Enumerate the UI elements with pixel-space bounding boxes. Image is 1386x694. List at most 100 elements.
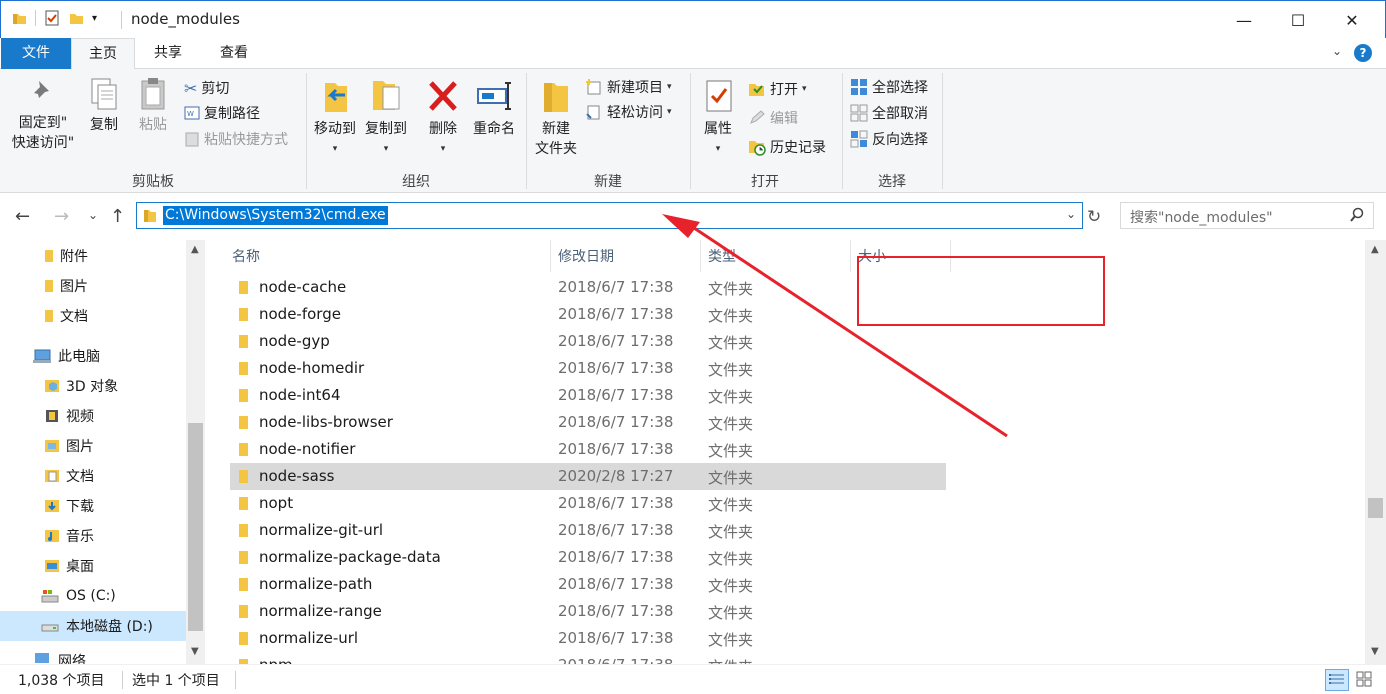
file-list-scrollbar[interactable]: ▲ ▼ bbox=[1365, 240, 1386, 664]
recent-locations-chevron-icon[interactable]: ⌄ bbox=[88, 208, 98, 222]
easy-access-button[interactable]: 轻松访问 ▾ bbox=[585, 101, 672, 123]
nav-item-3d-objects[interactable]: 3D 对象 bbox=[0, 371, 186, 401]
folder-icon bbox=[239, 308, 248, 321]
help-icon[interactable]: ? bbox=[1354, 44, 1372, 62]
scroll-down-arrow-icon[interactable]: ▼ bbox=[1371, 646, 1379, 657]
file-row[interactable]: npm 2018/6/7 17:38 文件夹 bbox=[230, 652, 946, 664]
move-to-dropdown-icon: ▾ bbox=[332, 144, 338, 154]
select-none-button[interactable]: 全部取消 bbox=[850, 102, 928, 124]
nav-item-pictures[interactable]: 图片 bbox=[0, 431, 186, 461]
column-header-date[interactable]: 修改日期 bbox=[558, 240, 614, 272]
forward-arrow-icon[interactable]: → bbox=[54, 206, 69, 227]
file-row[interactable]: node-homedir 2018/6/7 17:38 文件夹 bbox=[230, 355, 946, 382]
properties-button[interactable]: 属性 ▾ bbox=[698, 77, 738, 159]
new-folder-qa-icon[interactable] bbox=[68, 10, 84, 26]
scroll-up-arrow-icon[interactable]: ▲ bbox=[1371, 244, 1379, 255]
cut-button[interactable]: ✂ 剪切 bbox=[184, 77, 229, 99]
properties-qa-icon[interactable] bbox=[44, 10, 60, 26]
new-folder-button[interactable]: 新建 文件夹 bbox=[530, 77, 582, 159]
move-to-button[interactable]: 移动到 ▾ bbox=[312, 77, 358, 159]
file-row[interactable]: normalize-url 2018/6/7 17:38 文件夹 bbox=[230, 625, 946, 652]
nav-item-documents-pinned[interactable]: 文档 bbox=[0, 301, 186, 331]
file-row[interactable]: node-gyp 2018/6/7 17:38 文件夹 bbox=[230, 328, 946, 355]
pin-to-quick-access-button[interactable]: 固定到" 快速访问" bbox=[6, 77, 80, 153]
nav-item-desktop[interactable]: 桌面 bbox=[0, 551, 186, 581]
search-icon[interactable] bbox=[1349, 207, 1365, 223]
folder-icon bbox=[239, 281, 248, 294]
copy-button[interactable]: 复制 bbox=[84, 77, 124, 135]
nav-item-music[interactable]: 音乐 bbox=[0, 521, 186, 551]
file-row[interactable]: node-cache 2018/6/7 17:38 文件夹 bbox=[230, 274, 946, 301]
pin-label-line1: 固定到" bbox=[18, 115, 68, 131]
nav-item-pictures-pinned[interactable]: 图片 bbox=[0, 271, 186, 301]
nav-item-os-drive[interactable]: OS (C:) bbox=[0, 581, 186, 611]
file-row[interactable]: nopt 2018/6/7 17:38 文件夹 bbox=[230, 490, 946, 517]
nav-item-downloads[interactable]: 下载 bbox=[0, 491, 186, 521]
file-row[interactable]: node-forge 2018/6/7 17:38 文件夹 bbox=[230, 301, 946, 328]
new-folder-label-line1: 新建 bbox=[542, 121, 570, 137]
copy-to-button[interactable]: 复制到 ▾ bbox=[362, 77, 410, 159]
column-header-type[interactable]: 类型 bbox=[708, 240, 736, 272]
nav-item-network[interactable]: 网络 bbox=[0, 651, 186, 665]
file-row[interactable]: normalize-range 2018/6/7 17:38 文件夹 bbox=[230, 598, 946, 625]
tab-view[interactable]: 查看 bbox=[206, 38, 262, 69]
file-name: node-homedir bbox=[259, 359, 365, 377]
file-row[interactable]: node-sass 2020/2/8 17:27 文件夹 bbox=[230, 463, 946, 490]
tab-file[interactable]: 文件 bbox=[1, 38, 71, 69]
column-header-name[interactable]: 名称 bbox=[232, 240, 260, 272]
address-bar[interactable]: C:\Windows\System32\cmd.exe ⌄ bbox=[136, 202, 1083, 229]
invert-selection-button[interactable]: 反向选择 bbox=[850, 128, 928, 150]
nav-item-local-disk-d[interactable]: 本地磁盘 (D:) bbox=[0, 611, 186, 641]
os-drive-icon bbox=[41, 590, 59, 603]
nav-item-videos[interactable]: 视频 bbox=[0, 401, 186, 431]
nav-pane-scroll-thumb[interactable] bbox=[188, 423, 203, 631]
large-icons-view-button[interactable] bbox=[1353, 669, 1377, 691]
minimize-button[interactable]: — bbox=[1217, 1, 1271, 39]
tab-home[interactable]: 主页 bbox=[71, 38, 135, 70]
file-row[interactable]: node-notifier 2018/6/7 17:38 文件夹 bbox=[230, 436, 946, 463]
paste-button[interactable]: 粘贴 bbox=[132, 77, 174, 135]
search-placeholder: 搜索"node_modules" bbox=[1130, 210, 1273, 226]
folder-icon bbox=[239, 443, 248, 456]
history-button[interactable]: 历史记录 bbox=[748, 136, 826, 158]
file-row[interactable]: node-libs-browser 2018/6/7 17:38 文件夹 bbox=[230, 409, 946, 436]
scroll-up-arrow-icon[interactable]: ▲ bbox=[191, 244, 199, 255]
nav-item-label: 此电脑 bbox=[58, 349, 100, 365]
desktop-icon bbox=[45, 560, 59, 572]
file-row[interactable]: normalize-git-url 2018/6/7 17:38 文件夹 bbox=[230, 517, 946, 544]
new-item-button[interactable]: 新建项目 ▾ bbox=[585, 76, 672, 98]
file-row[interactable]: normalize-path 2018/6/7 17:38 文件夹 bbox=[230, 571, 946, 598]
scroll-down-arrow-icon[interactable]: ▼ bbox=[191, 646, 199, 657]
file-row[interactable]: normalize-package-data 2018/6/7 17:38 文件夹 bbox=[230, 544, 946, 571]
file-date: 2018/6/7 17:38 bbox=[558, 332, 674, 350]
file-row[interactable]: node-int64 2018/6/7 17:38 文件夹 bbox=[230, 382, 946, 409]
back-arrow-icon[interactable]: ← bbox=[15, 206, 30, 227]
nav-item-documents[interactable]: 文档 bbox=[0, 461, 186, 491]
properties-icon bbox=[706, 80, 732, 112]
nav-item-label: 本地磁盘 (D:) bbox=[66, 619, 153, 635]
file-list-scroll-thumb[interactable] bbox=[1368, 498, 1383, 518]
nav-item-this-pc[interactable]: 此电脑 bbox=[0, 341, 186, 371]
divider bbox=[942, 73, 943, 189]
maximize-button[interactable]: ☐ bbox=[1271, 1, 1325, 39]
select-all-button[interactable]: 全部选择 bbox=[850, 76, 928, 98]
expand-ribbon-chevron-icon[interactable]: ⌄ bbox=[1332, 44, 1342, 58]
tab-share[interactable]: 共享 bbox=[140, 38, 196, 69]
edit-button[interactable]: 编辑 bbox=[748, 107, 798, 129]
open-button[interactable]: 打开 ▾ bbox=[748, 78, 807, 100]
customize-qa-dropdown-icon[interactable]: ▾ bbox=[92, 13, 97, 24]
copy-path-button[interactable]: W 复制路径 bbox=[184, 102, 260, 124]
delete-button[interactable]: 删除 ▾ bbox=[424, 77, 462, 159]
search-box[interactable]: 搜索"node_modules" bbox=[1120, 202, 1374, 229]
details-view-button[interactable] bbox=[1325, 669, 1349, 691]
up-arrow-icon[interactable]: ↑ bbox=[110, 206, 125, 227]
address-dropdown-chevron-icon[interactable]: ⌄ bbox=[1066, 207, 1076, 221]
nav-pane-scrollbar[interactable]: ▲ ▼ bbox=[186, 240, 205, 664]
refresh-icon[interactable]: ↻ bbox=[1087, 207, 1101, 227]
nav-item-attachments[interactable]: 附件 bbox=[0, 241, 186, 271]
paste-shortcut-button[interactable]: 粘贴快捷方式 bbox=[184, 128, 288, 150]
window-title: node_modules bbox=[131, 10, 240, 28]
address-path-selected-text[interactable]: C:\Windows\System32\cmd.exe bbox=[163, 206, 388, 225]
rename-button[interactable]: 重命名 bbox=[468, 77, 520, 139]
close-button[interactable]: ✕ bbox=[1325, 1, 1379, 39]
